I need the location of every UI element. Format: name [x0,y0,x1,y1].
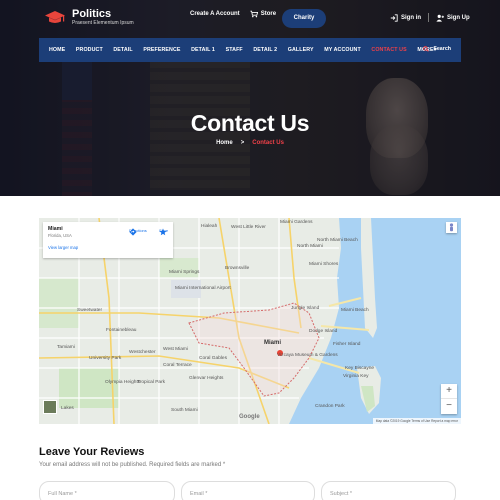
breadcrumb-current: Contact Us [252,140,284,146]
full-name-field[interactable]: Full Name * [39,481,175,500]
map-label: Virginia Key [343,374,369,379]
map-label: Sweetwater [77,308,103,313]
nav-contact-us[interactable]: CONTACT US [371,47,406,53]
map-label: Coral Terrace [163,363,192,368]
nav-detail-2[interactable]: DETAIL 2 [253,47,277,53]
nav-home[interactable]: HOME [49,47,65,53]
page-title: Contact Us [190,110,310,136]
user-plus-icon [436,14,444,22]
nav-detail-1[interactable]: DETAIL 1 [191,47,215,53]
breadcrumb-home[interactable]: Home [216,140,233,146]
map-label: Tropical Park [137,380,166,385]
graduation-cap-icon [44,10,66,26]
star-icon [159,228,167,236]
store-link[interactable]: Store [250,10,276,18]
zoom-out-button[interactable]: − [441,398,457,413]
map-label: Coral Gables [199,356,227,361]
breadcrumb-arrow: > [240,140,245,146]
map-label-city: Miami [264,340,282,346]
map-label: Brownsville [225,266,250,271]
pegman-icon[interactable] [446,222,457,233]
map-label: Jungle Island [291,306,320,311]
top-bar: Politics Praesent Elementum Ipsum Create… [0,0,500,36]
nav-my-account[interactable]: MY ACCOUNT [324,47,361,53]
cart-icon [250,10,258,18]
breadcrumb: Home > Contact Us [0,140,500,146]
nav-search[interactable]: Search [423,46,451,52]
google-logo: Google [239,414,260,420]
map-label: Vizcaya Museum & Gardens [277,353,338,358]
map-label: Fisher Island [333,342,361,347]
create-account-link[interactable]: Create A Account [190,11,240,17]
charity-button[interactable]: Charity [282,9,326,28]
divider [428,13,429,22]
map-label: University Park [89,356,122,361]
nav-preference[interactable]: PREFERENCE [143,47,180,53]
sign-up-link[interactable]: Sign Up [436,14,470,22]
nav-gallery[interactable]: GALLERY [288,47,314,53]
sign-in-link[interactable]: Sign in [390,13,421,22]
map-label: Miami Beach [341,308,369,313]
email-field[interactable]: Email * [181,481,315,500]
view-larger-map-link[interactable]: View larger map [48,245,168,250]
map-label: Olympia Heights [105,380,141,385]
search-icon [423,46,430,52]
main-nav: HOME PRODUCT DETAIL PREFERENCE DETAIL 1 … [39,38,461,62]
directions-button[interactable]: Directions [129,228,147,236]
save-button[interactable]: Save [159,228,168,236]
zoom-in-button[interactable]: + [441,384,457,398]
map-label: Miami Shores [309,262,339,267]
map-label: Key Biscayne [345,366,375,371]
map-label: North Miami Beach [317,238,358,243]
map-attribution[interactable]: Map data ©2019 Google Terms of Use Repor… [372,418,461,424]
map-place-card: Miami Florida, USA View larger map Direc… [43,222,173,258]
site-logo[interactable]: Politics Praesent Elementum Ipsum [44,9,134,27]
map-label: South Miami [171,408,198,413]
map-label: Hialeah [201,224,218,229]
map-label: Westchester [129,350,156,355]
brand-subtitle: Praesent Elementum Ipsum [72,20,134,26]
nav-product[interactable]: PRODUCT [76,47,103,53]
map-label: Miami Gardens [280,220,313,225]
map-card-subtitle: Florida, USA [48,233,72,238]
map-label: Dodge Island [309,329,338,334]
map-label: West Miami [163,347,188,352]
map-label: North Miami [297,244,323,249]
map-label: Miami Springs [169,270,200,275]
google-map[interactable]: Hialeah West Little River Miami Gardens … [39,218,461,424]
map-card-title: Miami [48,226,63,232]
reviews-title: Leave Your Reviews [39,446,145,458]
signin-icon [390,13,398,22]
satellite-toggle[interactable] [43,400,57,414]
map-label: Tamiami [57,345,75,350]
map-label: Crandon Park [315,404,345,409]
map-label: Miami International Airport [175,286,231,291]
map-label: West Little River [231,225,266,230]
brand-title: Politics [72,8,112,20]
map-label: Lakes [61,406,74,411]
reviews-note: Your email address will not be published… [39,462,226,468]
nav-detail[interactable]: DETAIL [113,47,132,53]
map-label: Fontainebleau [106,328,137,333]
directions-icon [129,228,137,236]
zoom-control: + − [441,384,457,414]
subject-field[interactable]: Subject * [321,481,456,500]
nav-staff[interactable]: STAFF [226,47,243,53]
map-label: Glenvar Heights [189,376,224,381]
